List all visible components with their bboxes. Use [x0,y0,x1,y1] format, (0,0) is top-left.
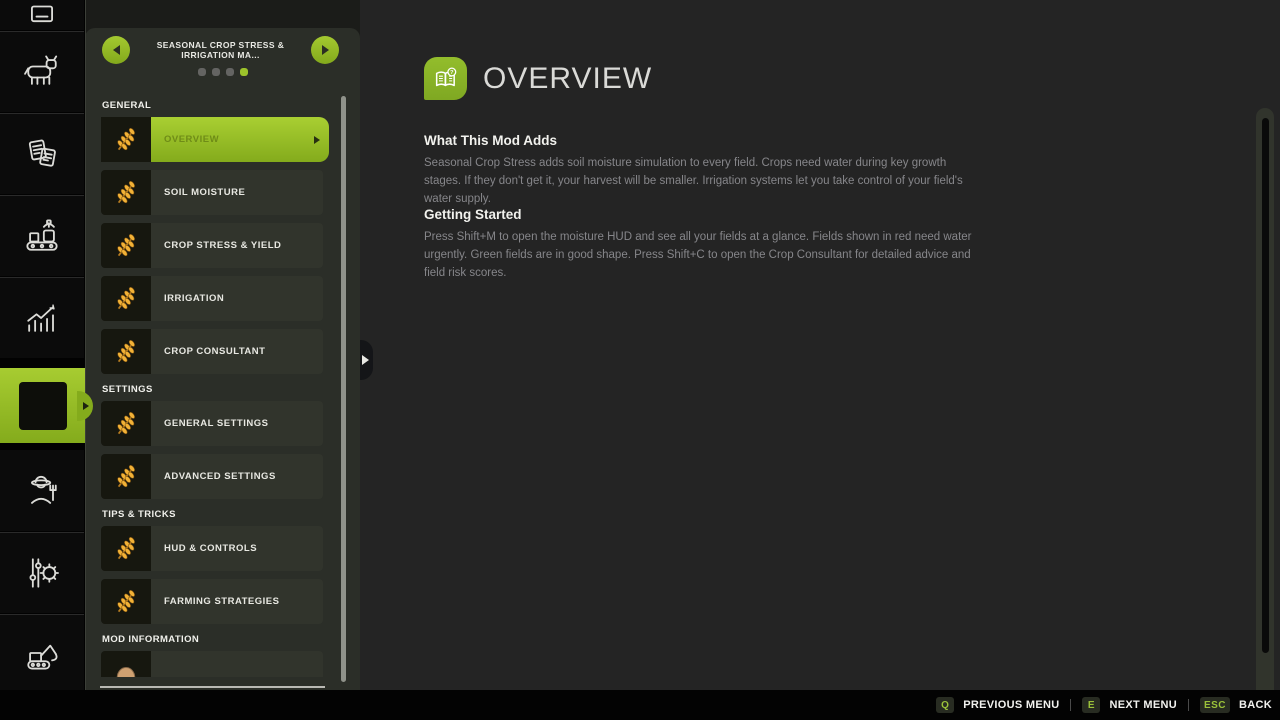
production-icon [20,214,64,258]
help-book-icon: ? [424,57,467,100]
farmer-icon [20,469,64,513]
shortcut-label-back: BACK [1239,699,1272,711]
section-label-general: GENERAL [102,100,323,111]
shortcut-next-menu[interactable]: E NEXT MENU [1082,697,1176,713]
arrow-left-icon [113,45,120,55]
footer-separator [1070,699,1071,711]
key-q[interactable]: Q [936,697,954,713]
page-title: OVERVIEW [483,62,652,96]
content-panel: ? OVERVIEW What This Mod Adds Seasonal C… [360,0,1280,690]
shortcut-label-next-menu: NEXT MENU [1109,699,1176,711]
content-section-getting-started: Getting Started Press Shift+M to open th… [424,207,984,282]
rail-item-contracts[interactable] [0,113,84,194]
page-dots [85,68,360,76]
wheat-icon [101,526,151,571]
documents-icon [20,132,64,176]
shortcut-back[interactable]: ESC BACK [1200,697,1272,713]
menu-item-advanced-settings[interactable]: ADVANCED SETTINGS [101,454,323,499]
svg-text:?: ? [450,70,454,76]
section-body: Seasonal Crop Stress adds soil moisture … [424,155,984,208]
settings-sliders-icon [20,551,64,595]
content-scrollbar-thumb[interactable] [1262,118,1269,653]
wheat-icon [101,170,151,215]
wheat-icon [101,117,151,162]
rail-item-settings[interactable] [0,532,84,613]
sidebar-expand-arrow[interactable] [360,340,373,380]
wheat-icon [101,329,151,374]
farmer-hat-icon [101,651,151,677]
menu-item-crop-consultant[interactable]: CROP CONSULTANT [101,329,323,374]
mod-logo-icon [19,382,67,430]
page-dot-active[interactable] [240,68,248,76]
rail-item-mod-active[interactable] [0,368,85,443]
menu-item-hud-controls[interactable]: HUD & CONTROLS [101,526,323,571]
section-label-tips-tricks: TIPS & TRICKS [102,509,323,520]
rail-item-screen[interactable] [0,0,84,30]
section-label-mod-information: MOD INFORMATION [102,634,323,645]
wheat-icon [101,276,151,321]
wheat-icon [101,454,151,499]
arrow-right-icon [322,45,329,55]
key-e[interactable]: E [1082,697,1100,713]
page-dot[interactable] [226,68,234,76]
menu-item-general-settings[interactable]: GENERAL SETTINGS [101,401,323,446]
rail-item-production[interactable] [0,195,84,276]
main-menu-rail [0,0,85,690]
wheat-icon [101,579,151,624]
prev-page-button[interactable] [102,36,130,64]
menu-item-farming-strategies[interactable]: FARMING STRATEGIES [101,579,323,624]
footer-separator [1188,699,1189,711]
cow-icon [20,50,64,94]
section-body: Press Shift+M to open the moisture HUD a… [424,229,984,282]
wheat-icon [101,223,151,268]
game-menu-screen: SEASONAL CROP STRESS & IRRIGATION MA... … [0,0,1280,720]
sidebar-scrollbar[interactable] [341,96,346,682]
shortcut-bar: Q PREVIOUS MENU E NEXT MENU ESC BACK [0,690,1280,720]
sidebar-cut-line [100,686,325,688]
rail-item-character[interactable] [0,450,84,531]
menu-item-mod-info-partial[interactable] [101,651,323,677]
next-page-button[interactable] [311,36,339,64]
statistics-icon [20,296,64,340]
shortcut-label-previous-menu: PREVIOUS MENU [963,699,1059,711]
menu-item-soil-moisture[interactable]: SOIL MOISTURE [101,170,323,215]
sidebar-zone: SEASONAL CROP STRESS & IRRIGATION MA... … [85,0,360,690]
screen-icon [20,0,64,23]
section-heading: Getting Started [424,207,984,222]
rail-item-animals[interactable] [0,31,84,112]
sidebar-menu: GENERAL OVERVIEW SOIL MOISTURE CROP STRE… [101,100,323,677]
mod-title: SEASONAL CROP STRESS & IRRIGATION MA... [137,36,304,64]
page-dot[interactable] [198,68,206,76]
rail-item-statistics[interactable] [0,277,84,358]
mod-menu-sidebar: SEASONAL CROP STRESS & IRRIGATION MA... … [85,28,360,690]
content-section-what-this-mod-adds: What This Mod Adds Seasonal Crop Stress … [424,133,984,208]
key-esc[interactable]: ESC [1200,697,1230,713]
menu-item-crop-stress-yield[interactable]: CROP STRESS & YIELD [101,223,323,268]
menu-item-overview[interactable]: OVERVIEW [101,117,329,162]
page-header: ? OVERVIEW [424,57,652,100]
section-label-settings: SETTINGS [102,384,323,395]
section-heading: What This Mod Adds [424,133,984,148]
sidebar-header: SEASONAL CROP STRESS & IRRIGATION MA... [85,36,360,64]
shortcut-previous-menu[interactable]: Q PREVIOUS MENU [936,697,1059,713]
rail-item-construction[interactable] [0,614,84,690]
excavator-icon [20,631,64,675]
wheat-icon [101,401,151,446]
menu-item-irrigation[interactable]: IRRIGATION [101,276,323,321]
page-dot[interactable] [212,68,220,76]
